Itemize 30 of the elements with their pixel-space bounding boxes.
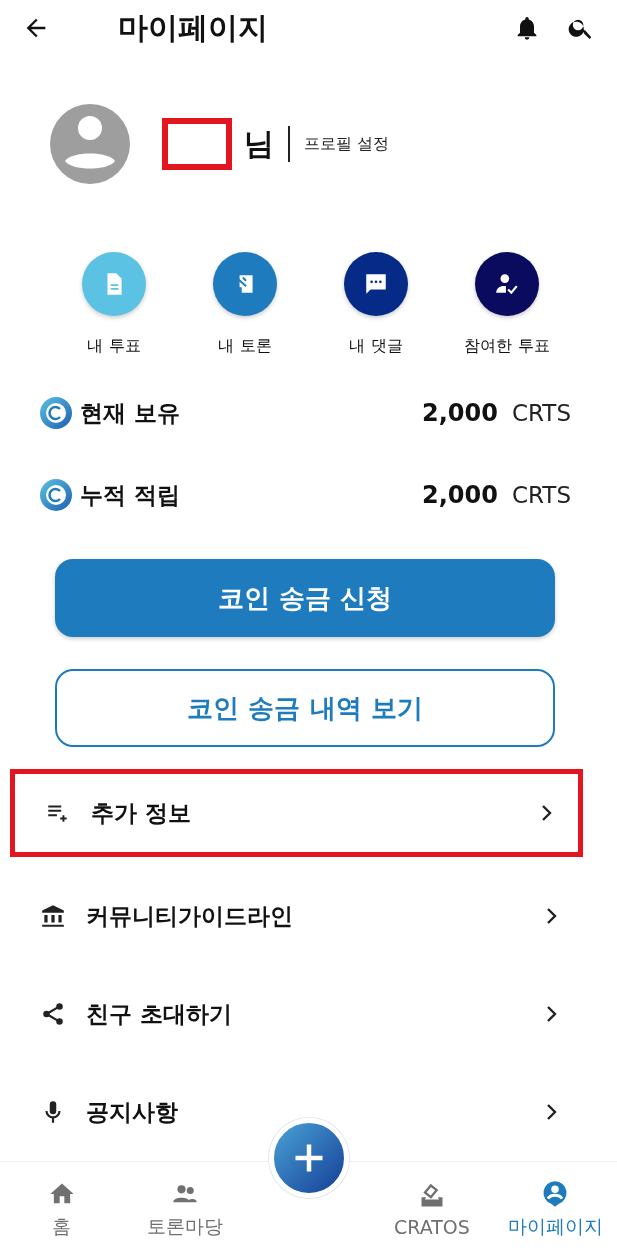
nav-tab[interactable]: 홈 — [0, 1162, 124, 1257]
balance-label: 현재 보유 — [80, 398, 180, 428]
menu-item[interactable]: 공지사항 — [10, 1082, 583, 1143]
shortcut-label: 내 댓글 — [349, 336, 403, 358]
menu-item[interactable]: 추가 정보 — [15, 783, 578, 844]
currency-unit: CRTS — [511, 482, 571, 509]
coin-icon — [40, 479, 72, 512]
user-name-suffix: 님 — [244, 124, 274, 163]
bank-icon — [40, 903, 66, 930]
nav-tab[interactable]: 마이페이지 — [493, 1162, 617, 1257]
nav-tab[interactable]: 토론마당 — [123, 1162, 247, 1257]
nav-tab[interactable]: CRATOS — [370, 1162, 494, 1257]
balance-amount: 2,000 — [422, 399, 498, 428]
shortcut-label: 내 투표 — [87, 336, 141, 358]
shortcut-label: 참여한 투표 — [464, 336, 550, 358]
avatar-icon — [50, 104, 130, 185]
coin-icon — [40, 397, 72, 430]
currency-unit: CRTS — [511, 400, 571, 427]
menu-item[interactable]: 커뮤니티가이드라인 — [10, 886, 583, 947]
history-button[interactable]: 코인 송금 내역 보기 — [55, 669, 555, 748]
shortcut-button[interactable] — [475, 252, 539, 317]
balance-amount: 2,000 — [422, 481, 498, 510]
menu-item[interactable]: 친구 초대하기 — [10, 984, 583, 1045]
profile-settings-link[interactable]: 프로필 설정 — [304, 133, 390, 155]
shortcut-button[interactable] — [344, 252, 408, 317]
send-request-button[interactable]: 코인 송금 신청 — [55, 559, 555, 638]
share-icon — [40, 1001, 66, 1028]
balance-label: 누적 적립 — [80, 480, 180, 510]
page-title: 마이페이지 — [118, 8, 268, 47]
shortcut-label: 내 토론 — [218, 336, 272, 358]
